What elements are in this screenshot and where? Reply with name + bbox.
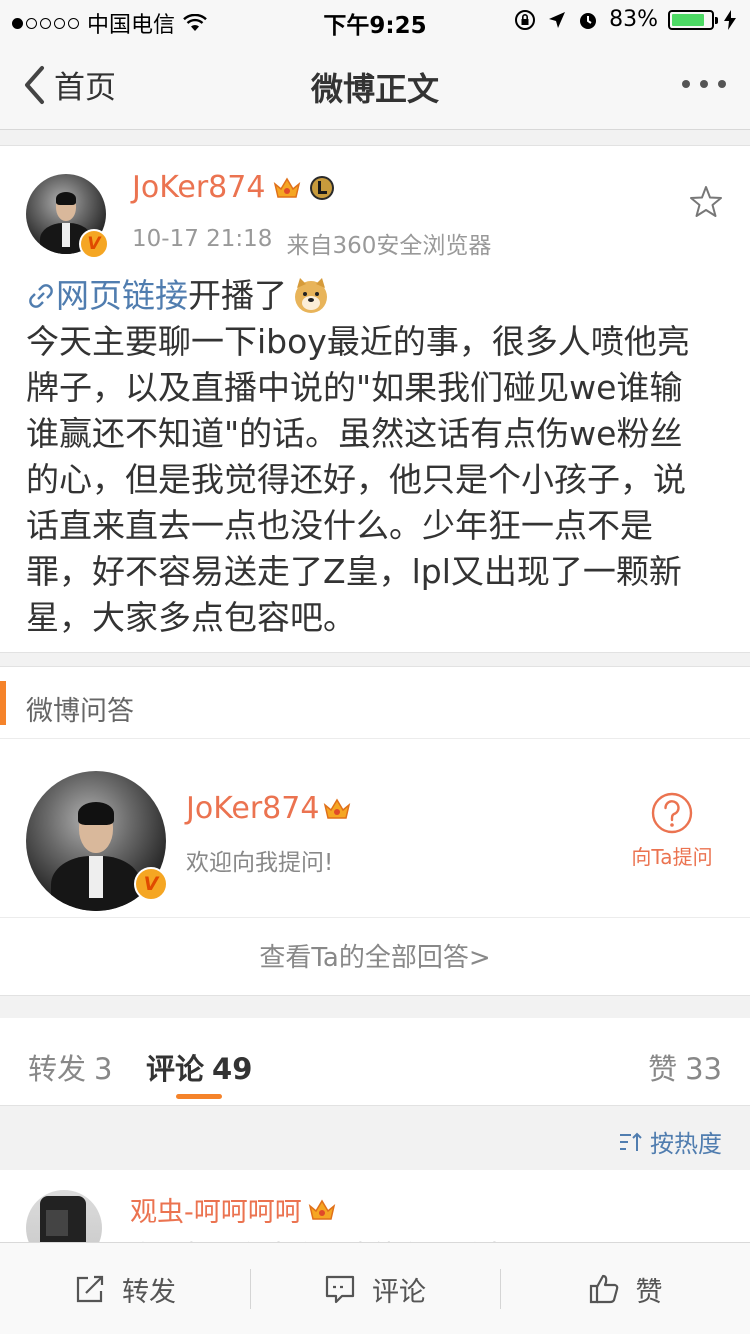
comment-label: 评论	[372, 1276, 426, 1308]
sort-icon	[620, 1132, 642, 1151]
post-first-line: 网页链接 开播了	[26, 273, 726, 319]
sort-button[interactable]: 按热度	[618, 1124, 722, 1159]
tab-repost[interactable]: 转发 3	[28, 1046, 112, 1088]
repost-button[interactable]: 转发	[0, 1243, 250, 1334]
author-line: JoKer874	[132, 170, 335, 205]
alarm-icon	[580, 12, 597, 29]
qa-name-line: JoKer874	[186, 791, 351, 826]
status-right: 83%	[513, 7, 736, 32]
status-bar: 中国电信 下午9:25 83%	[0, 0, 750, 40]
active-tab-indicator	[176, 1094, 222, 1099]
location-icon	[549, 11, 566, 28]
post-line: 谁赢还不知道"的话。虽然这话有点伤we粉丝	[26, 414, 683, 453]
tab-comment-count: 49	[212, 1052, 253, 1086]
star-icon[interactable]	[688, 184, 724, 220]
ask-question-button[interactable]: 向Ta提问	[630, 791, 714, 870]
qa-section-title: 微博问答	[26, 696, 134, 727]
post-line: 星，大家多点包容吧。	[26, 598, 356, 637]
author-name[interactable]: JoKer874	[132, 170, 265, 205]
rotation-lock-icon	[515, 9, 536, 30]
sort-bar: 按热度	[0, 1106, 750, 1170]
post-line: 罪，好不容易送走了Z皇，lpl又出现了一颗新	[26, 552, 682, 591]
crown-icon	[324, 798, 351, 819]
interaction-tabs: 转发 3 评论 49 赞 33	[0, 1018, 750, 1106]
post-line-start: 开播了	[188, 276, 287, 315]
tab-comment[interactable]: 评论 49	[146, 1046, 252, 1088]
post-line: 今天主要聊一下iboy最近的事，很多人喷他亮	[26, 322, 690, 361]
view-all-answers[interactable]: 查看Ta的全部回答>	[0, 917, 750, 997]
page: 中国电信 下午9:25 83% 首页 微博正文 V JoKer874 10-17…	[0, 0, 750, 1334]
section-marker	[0, 681, 6, 725]
tab-repost-count: 3	[94, 1052, 113, 1086]
page-title: 微博正文	[310, 70, 439, 108]
tab-like-count: 33	[685, 1052, 722, 1086]
commenter-name[interactable]: 观虫-呵呵呵呵	[130, 1190, 302, 1229]
verified-badge: V	[134, 867, 168, 901]
like-label: 赞	[635, 1276, 663, 1308]
thumbs-up-icon	[589, 1274, 618, 1304]
tab-comment-label: 评论	[146, 1052, 205, 1086]
web-link[interactable]: 网页链接	[56, 273, 188, 319]
sort-label: 按热度	[650, 1130, 722, 1158]
tab-like-label: 赞	[648, 1052, 678, 1086]
ask-label: 向Ta提问	[631, 845, 713, 869]
nav-bar: 首页 微博正文	[0, 40, 750, 130]
crown-icon	[308, 1199, 335, 1220]
post-line: 话直来直去一点也没什么。少年狂一点不是	[26, 506, 653, 545]
qa-author-name[interactable]: JoKer874	[186, 791, 319, 826]
post-source: 来自360安全浏览器	[286, 233, 492, 259]
link-icon	[29, 284, 53, 308]
like-button[interactable]: 赞	[500, 1243, 750, 1334]
comment-button[interactable]: 评论	[250, 1243, 500, 1334]
header: 中国电信 下午9:25 83% 首页 微博正文	[0, 0, 750, 130]
post-line: 的心，但是我觉得还好，他只是个小孩子，说	[26, 460, 686, 499]
comment-icon	[325, 1275, 355, 1304]
tab-like[interactable]: 赞 33	[648, 1046, 722, 1088]
repost-label: 转发	[122, 1276, 176, 1308]
crown-icon	[274, 177, 301, 198]
commenter-name-line: 观虫-呵呵呵呵	[130, 1190, 336, 1229]
doge-emoji-icon	[295, 278, 327, 313]
post-card: V JoKer874 10-17 21:18 来自360安全浏览器 网页链接 开…	[0, 145, 750, 653]
repost-icon	[76, 1275, 104, 1303]
more-button[interactable]	[682, 80, 726, 88]
game-badge-icon	[310, 175, 335, 200]
qa-header: 微博问答	[0, 667, 750, 739]
question-icon	[651, 792, 693, 834]
battery-percent: 83%	[609, 7, 658, 32]
bottom-toolbar: 转发 评论 赞	[0, 1242, 750, 1334]
charging-icon	[724, 9, 736, 30]
tab-repost-label: 转发	[28, 1052, 87, 1086]
post-body: 网页链接 开播了 今天主要聊一下iboy最近的事，很多人喷他亮 牌子，以及直播中…	[26, 273, 726, 641]
qa-card: 微博问答 V JoKer874 欢迎向我提问! 向Ta提问 查看Ta的全部回答>	[0, 666, 750, 996]
qa-welcome: 欢迎向我提问!	[186, 850, 334, 876]
post-time: 10-17 21:18	[132, 226, 273, 252]
post-meta: 10-17 21:18 来自360安全浏览器	[132, 226, 491, 260]
verified-badge: V	[79, 229, 109, 259]
post-line: 牌子，以及直播中说的"如果我们碰见we谁输	[26, 368, 683, 407]
battery-icon	[668, 9, 718, 30]
